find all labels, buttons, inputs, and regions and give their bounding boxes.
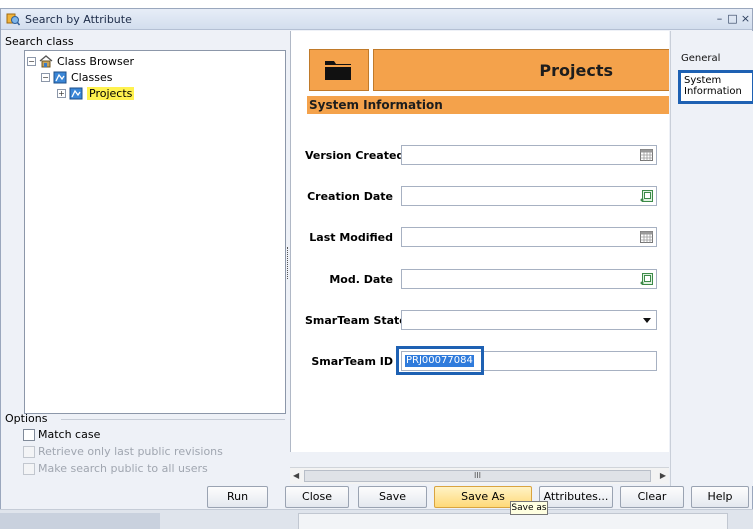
version-created-input[interactable] <box>401 145 657 165</box>
classes-icon <box>53 71 67 83</box>
projects-icon <box>69 87 83 99</box>
checkbox-label: Match case <box>38 428 101 441</box>
tree-item-label: Projects <box>87 86 135 100</box>
field-label-creation-date: Creation Date <box>307 190 393 203</box>
tab-general[interactable]: General <box>681 53 720 64</box>
help-button[interactable]: Help <box>691 486 749 508</box>
close-button[interactable]: Close <box>285 486 349 508</box>
tab-label-line1: System <box>684 75 722 86</box>
attributes-button[interactable]: Attributes... <box>539 486 613 508</box>
collapse-icon[interactable]: − <box>41 72 50 82</box>
options-divider <box>61 419 285 420</box>
collapse-icon[interactable]: − <box>27 56 36 66</box>
date-picker-icon[interactable] <box>640 190 653 202</box>
checkbox-label: Retrieve only last public revisions <box>38 445 223 458</box>
tree-item-label: Class Browser <box>57 54 135 68</box>
creation-date-input[interactable] <box>401 186 657 206</box>
scrollbar-thumb[interactable]: III <box>304 470 651 482</box>
date-picker-icon[interactable] <box>640 273 653 285</box>
run-button[interactable]: Run <box>207 486 268 508</box>
scroll-left-icon[interactable]: ◀ <box>293 471 299 480</box>
window-title: Search by Attribute <box>25 13 132 26</box>
checkbox-box[interactable] <box>23 462 35 475</box>
taskbar-segment <box>298 513 728 529</box>
scroll-right-icon[interactable]: ▶ <box>660 471 666 480</box>
section-title: System Information <box>309 98 443 112</box>
tab-system-information[interactable]: System Information <box>678 70 753 104</box>
button-bar: Run Close Save Save As Attributes... Cle… <box>1 486 752 509</box>
class-tree[interactable]: − Class Browser − Classes + Projects <box>24 50 286 414</box>
checkbox-box[interactable] <box>23 428 35 441</box>
expand-icon[interactable]: + <box>57 88 66 98</box>
field-label-smarteam-id: SmarTeam ID <box>311 355 393 368</box>
form-horizontal-scrollbar[interactable]: ◀ III ▶ <box>290 467 669 484</box>
search-class-label: Search class <box>5 35 74 48</box>
field-label-mod-date: Mod. Date <box>329 273 393 286</box>
checkbox-box[interactable] <box>23 445 35 458</box>
options-title: Options <box>5 412 48 425</box>
tab-label-line2: Information <box>684 86 742 97</box>
maximize-button[interactable]: □ <box>726 12 739 25</box>
minimize-button[interactable]: – <box>713 12 726 25</box>
tree-item-class-browser[interactable]: − Class Browser <box>27 53 134 69</box>
tree-item-classes[interactable]: − Classes <box>41 69 112 85</box>
smarteam-state-select[interactable] <box>401 310 657 330</box>
make-search-public-checkbox[interactable]: Make search public to all users <box>23 462 208 475</box>
last-modified-input[interactable] <box>401 227 657 247</box>
window-controls: – □ × <box>713 12 752 25</box>
search-attribute-app-icon <box>6 13 20 26</box>
attribute-form: Projects System Information Version Crea… <box>290 31 669 452</box>
clear-button[interactable]: Clear <box>620 486 684 508</box>
smarteam-id-highlight <box>396 346 484 375</box>
close-window-button[interactable]: × <box>739 12 752 25</box>
chevron-down-icon[interactable] <box>643 318 651 323</box>
left-panel: Search class − Class Browser − Classes +… <box>1 31 289 486</box>
calendar-icon[interactable] <box>640 231 653 243</box>
checkbox-label: Make search public to all users <box>38 462 208 475</box>
class-browser-icon <box>39 54 53 67</box>
field-label-version-created: Version Created <box>305 149 405 162</box>
tree-item-label: Classes <box>71 70 113 84</box>
panel-splitter-handle[interactable] <box>287 247 289 279</box>
section-header: System Information <box>307 96 669 114</box>
class-icon-box <box>309 49 369 91</box>
title-bar: Search by Attribute – □ × <box>1 9 752 30</box>
tree-item-projects[interactable]: + Projects <box>57 85 135 101</box>
save-button[interactable]: Save <box>358 486 427 508</box>
taskbar-strip <box>0 509 753 529</box>
folder-icon <box>325 61 351 80</box>
taskbar-segment <box>0 513 160 529</box>
mod-date-input[interactable] <box>401 269 657 289</box>
attribute-tabs: General System Information <box>670 31 753 486</box>
search-by-attribute-window: Search by Attribute – □ × Search class − C… <box>0 8 753 529</box>
field-label-last-modified: Last Modified <box>309 231 393 244</box>
save-as-tooltip: Save as <box>510 501 548 515</box>
class-name-banner: Projects <box>373 49 669 91</box>
class-name: Projects <box>539 61 613 80</box>
field-label-smarteam-state: SmarTeam State <box>305 314 407 327</box>
retrieve-last-public-checkbox[interactable]: Retrieve only last public revisions <box>23 445 223 458</box>
match-case-checkbox[interactable]: Match case <box>23 428 100 441</box>
calendar-icon[interactable] <box>640 149 653 161</box>
